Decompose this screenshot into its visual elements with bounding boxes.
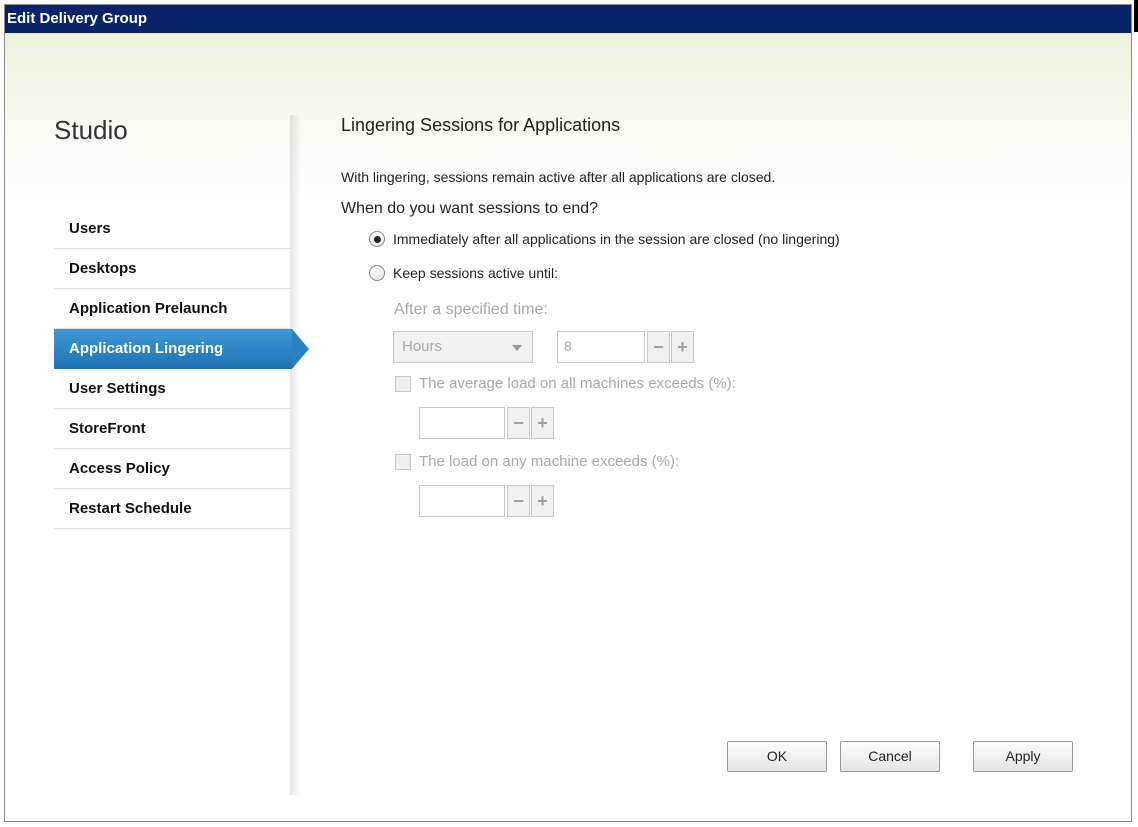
avg-load-checkbox[interactable] <box>395 375 411 392</box>
app-name: Studio <box>54 115 128 145</box>
radio-immediately-label: Immediately after all applications in th… <box>393 231 840 247</box>
chevron-down-icon <box>512 345 522 351</box>
radio-keep-active-label: Keep sessions active until: <box>393 265 558 281</box>
sidebar-item-restart-schedule[interactable]: Restart Schedule <box>54 489 292 529</box>
time-unit-value: Hours <box>402 338 443 355</box>
time-label: After a specified time: <box>394 301 548 318</box>
any-load-decrement-button[interactable]: − <box>507 485 530 517</box>
ok-button[interactable]: OK <box>727 741 827 772</box>
question-text: When do you want sessions to end? <box>341 200 599 217</box>
sidebar-item-user-settings[interactable]: User Settings <box>54 369 292 409</box>
any-load-increment-button[interactable]: + <box>531 485 554 517</box>
avg-load-decrement-button[interactable]: − <box>507 407 530 439</box>
sidebar-item-application-lingering[interactable]: Application Lingering <box>54 329 309 369</box>
sidebar-item-storefront[interactable]: StoreFront <box>54 409 292 449</box>
time-increment-button[interactable]: + <box>671 331 694 363</box>
time-value-input[interactable]: 8 <box>557 331 645 363</box>
apply-button[interactable]: Apply <box>973 741 1073 772</box>
any-load-checkbox-row[interactable]: The load on any machine exceeds (%): <box>395 453 679 470</box>
radio-keep-active[interactable]: Keep sessions active until: <box>369 265 558 281</box>
sidebar-item-access-policy[interactable]: Access Policy <box>54 449 292 489</box>
cancel-button[interactable]: Cancel <box>840 741 940 772</box>
sidebar-item-application-prelaunch[interactable]: Application Prelaunch <box>54 289 292 329</box>
sidebar-item-desktops[interactable]: Desktops <box>54 249 292 289</box>
edit-delivery-group-dialog: Edit Delivery Group Studio Users Desktop… <box>4 4 1132 822</box>
any-load-checkbox[interactable] <box>395 453 411 470</box>
sidebar-item-users[interactable]: Users <box>54 209 292 249</box>
avg-load-checkbox-row[interactable]: The average load on all machines exceeds… <box>395 375 736 392</box>
radio-immediately[interactable]: Immediately after all applications in th… <box>369 231 840 247</box>
sidebar-nav: Users Desktops Application Prelaunch App… <box>54 209 309 529</box>
content-panel: Lingering Sessions for Applications With… <box>341 5 1121 821</box>
avg-load-increment-button[interactable]: + <box>531 407 554 439</box>
window-edge <box>1134 0 1138 32</box>
time-unit-select[interactable]: Hours <box>393 331 533 363</box>
page-title: Lingering Sessions for Applications <box>341 115 621 135</box>
avg-load-label: The average load on all machines exceeds… <box>419 375 736 392</box>
time-decrement-button[interactable]: − <box>647 331 670 363</box>
radio-button-selected[interactable] <box>369 231 385 247</box>
radio-button-unselected[interactable] <box>369 265 385 281</box>
avg-load-input[interactable] <box>419 407 505 439</box>
any-load-input[interactable] <box>419 485 505 517</box>
intro-text: With lingering, sessions remain active a… <box>341 169 776 185</box>
any-load-label: The load on any machine exceeds (%): <box>419 453 680 470</box>
